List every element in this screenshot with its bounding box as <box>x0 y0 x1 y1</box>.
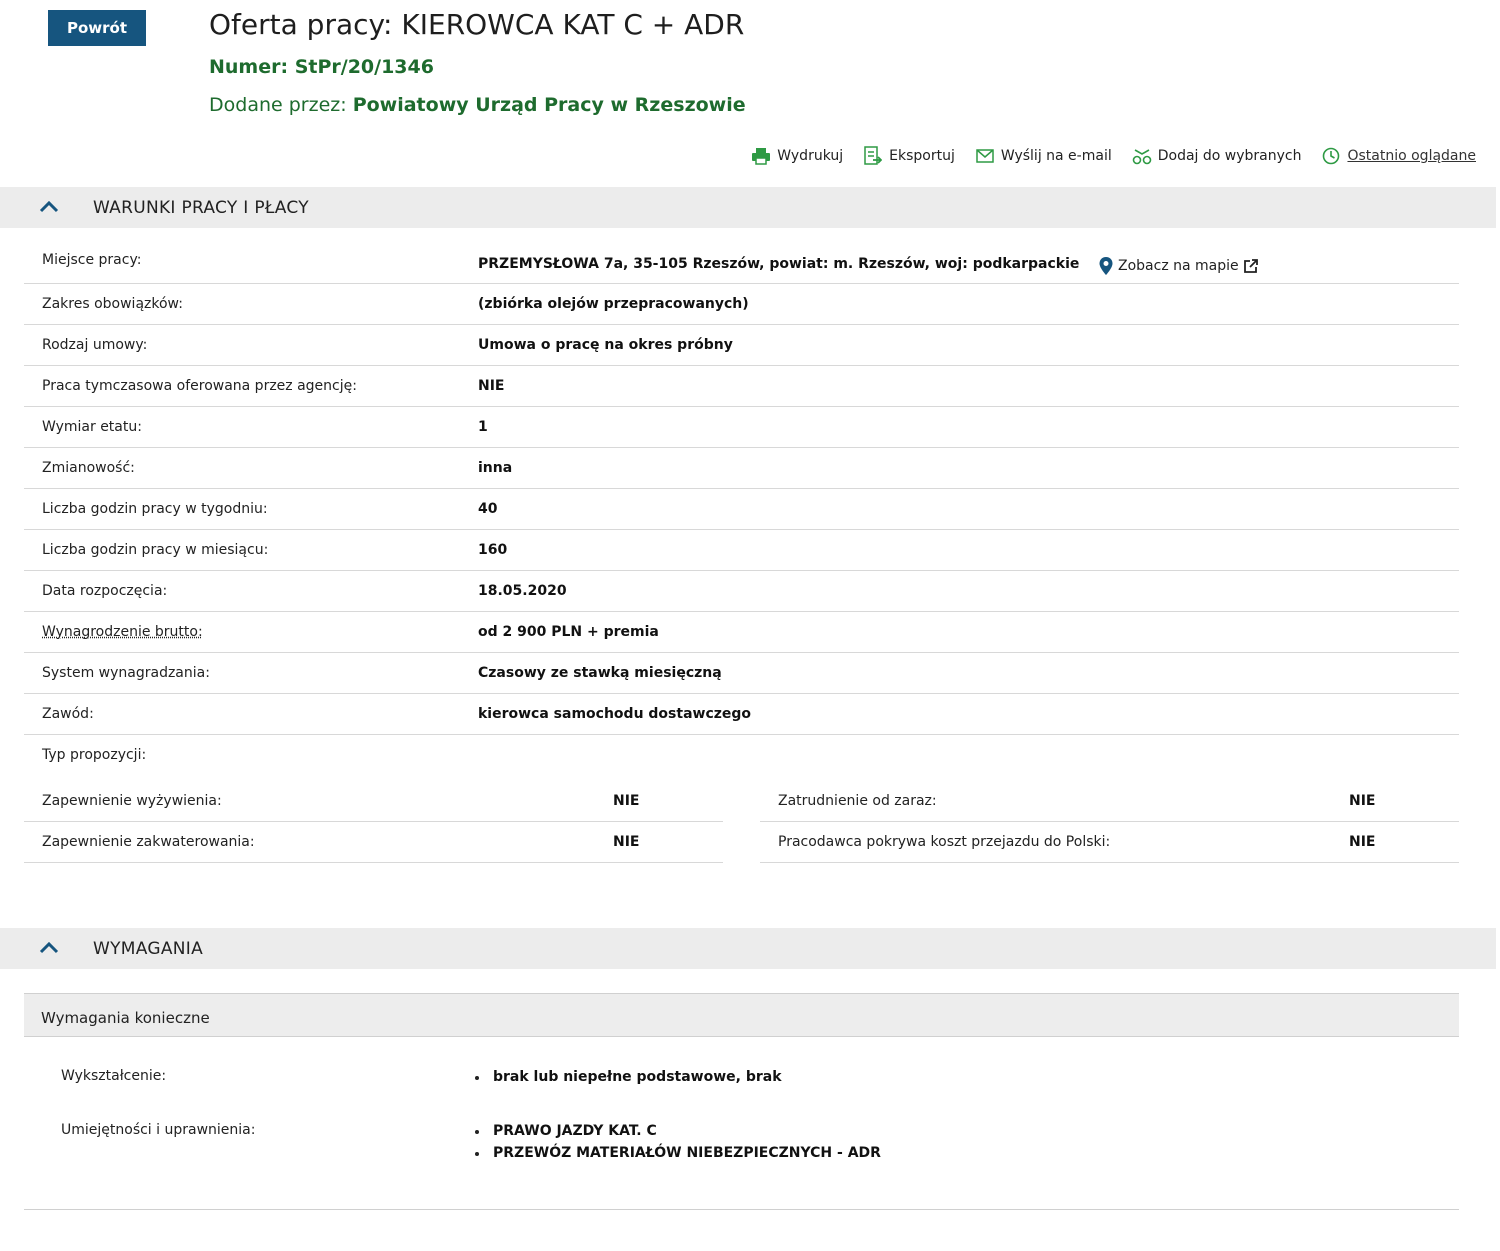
skills-list: PRAWO JAZDY KAT. C PRZEWÓZ MATERIAŁÓW NI… <box>473 1120 881 1164</box>
email-button[interactable]: Wyślij na e-mail <box>975 146 1112 166</box>
favorites-icon <box>1132 146 1152 166</box>
proposal-row: Zapewnienie zakwaterowania: NIE <box>24 822 723 863</box>
export-icon <box>863 146 883 166</box>
row-label: Miejsce pracy: <box>42 252 142 268</box>
export-button[interactable]: Eksportuj <box>863 146 955 166</box>
salary-label-tooltip[interactable]: Wynagrodzenie brutto: <box>42 624 203 640</box>
table-row: Liczba godzin pracy w miesiącu: 160 <box>24 530 1459 571</box>
toolbar: Wydrukuj Eksportuj Wyślij na e-mail Doda… <box>751 146 1476 166</box>
chevron-up-icon <box>38 198 60 216</box>
recent-label: Ostatnio oglądane <box>1347 148 1476 164</box>
row-label: Pracodawca pokrywa koszt przejazdu do Po… <box>778 834 1111 850</box>
table-row: Typ propozycji: <box>24 735 1459 776</box>
proposal-row: Pracodawca pokrywa koszt przejazdu do Po… <box>760 822 1459 863</box>
row-value: Czasowy ze stawką miesięczną <box>478 665 722 681</box>
map-pin-icon <box>1099 257 1113 275</box>
conditions-table: Miejsce pracy: PRZEMYSŁOWA 7a, 35-105 Rz… <box>24 238 1459 776</box>
add-favorite-button[interactable]: Dodaj do wybranych <box>1132 146 1302 166</box>
row-value: 160 <box>478 542 508 558</box>
row-value: (zbiórka olejów przepracowanych) <box>478 296 749 312</box>
row-label: Zapewnienie wyżywienia: <box>42 793 222 809</box>
section-conditions-title: WARUNKI PRACY I PŁACY <box>93 197 309 218</box>
favorite-label: Dodaj do wybranych <box>1157 148 1302 164</box>
row-label: Zapewnienie zakwaterowania: <box>42 834 255 850</box>
row-value: NIE <box>1349 793 1376 809</box>
map-link[interactable]: Zobacz na mapie <box>1098 256 1259 276</box>
row-label: Liczba godzin pracy w tygodniu: <box>42 501 268 517</box>
list-item: PRZEWÓZ MATERIAŁÓW NIEBEZPIECZNYCH - ADR <box>473 1142 881 1164</box>
row-value: NIE <box>613 834 640 850</box>
row-label: Rodzaj umowy: <box>42 337 148 353</box>
printer-icon <box>751 146 771 166</box>
added-by: Dodane przez: Powiatowy Urząd Pracy w Rz… <box>209 94 746 116</box>
table-row: Miejsce pracy: PRZEMYSŁOWA 7a, 35-105 Rz… <box>24 238 1459 284</box>
table-row: Zmianowość: inna <box>24 448 1459 489</box>
row-label: Zakres obowiązków: <box>42 296 183 312</box>
row-value: NIE <box>1349 834 1376 850</box>
added-by-label: Dodane przez: <box>209 94 347 116</box>
external-link-icon <box>1243 259 1258 273</box>
row-label: System wynagradzania: <box>42 665 210 681</box>
envelope-icon <box>975 146 995 166</box>
added-by-value: Powiatowy Urząd Pracy w Rzeszowie <box>352 94 746 116</box>
row-label: Zatrudnienie od zaraz: <box>778 793 937 809</box>
education-list: brak lub niepełne podstawowe, brak <box>473 1066 782 1088</box>
section-requirements-header[interactable]: WYMAGANIA <box>0 928 1496 969</box>
row-label: Zmianowość: <box>42 460 135 476</box>
row-label: Praca tymczasowa oferowana przez agencję… <box>42 378 357 394</box>
print-label: Wydrukuj <box>777 148 844 164</box>
row-value: PRZEMYSŁOWA 7a, 35-105 Rzeszów, powiat: … <box>478 256 1080 272</box>
table-row: System wynagradzania: Czasowy ze stawką … <box>24 653 1459 694</box>
proposal-row: Zatrudnienie od zaraz: NIE <box>760 781 1459 822</box>
recently-viewed-link[interactable]: Ostatnio oglądane <box>1321 146 1476 166</box>
offer-number: Numer: StPr/20/1346 <box>209 56 434 78</box>
clock-icon <box>1321 146 1341 166</box>
email-label: Wyślij na e-mail <box>1000 148 1112 164</box>
row-value: Umowa o pracę na okres próbny <box>478 337 733 353</box>
row-value: NIE <box>613 793 640 809</box>
chevron-up-icon <box>38 939 60 957</box>
table-row: Zakres obowiązków: (zbiórka olejów przep… <box>24 284 1459 325</box>
row-label: Data rozpoczęcia: <box>42 583 168 599</box>
row-value: 18.05.2020 <box>478 583 567 599</box>
page-title: Oferta pracy: KIEROWCA KAT C + ADR <box>209 8 745 41</box>
section-conditions-header[interactable]: WARUNKI PRACY I PŁACY <box>0 187 1496 228</box>
table-row: Zawód: kierowca samochodu dostawczego <box>24 694 1459 735</box>
map-link-label: Zobacz na mapie <box>1118 258 1239 274</box>
export-label: Eksportuj <box>889 148 955 164</box>
education-label: Wykształcenie: <box>61 1068 167 1084</box>
list-item: PRAWO JAZDY KAT. C <box>473 1120 881 1142</box>
row-value: NIE <box>478 378 505 394</box>
required-subheader-label: Wymagania konieczne <box>41 1009 210 1027</box>
list-item: brak lub niepełne podstawowe, brak <box>473 1066 782 1088</box>
row-value: 40 <box>478 501 498 517</box>
skills-label: Umiejętności i uprawnienia: <box>61 1122 256 1138</box>
row-value: 1 <box>478 419 488 435</box>
row-label: Zawód: <box>42 706 94 722</box>
table-row: Wymiar etatu: 1 <box>24 407 1459 448</box>
row-label: Typ propozycji: <box>42 747 147 763</box>
table-row: Wynagrodzenie brutto: od 2 900 PLN + pre… <box>24 612 1459 653</box>
row-label: Liczba godzin pracy w miesiącu: <box>42 542 269 558</box>
row-value: kierowca samochodu dostawczego <box>478 706 752 722</box>
section-divider <box>24 1209 1459 1210</box>
back-button[interactable]: Powrót <box>48 10 146 46</box>
table-row: Rodzaj umowy: Umowa o pracę na okres pró… <box>24 325 1459 366</box>
table-row: Liczba godzin pracy w tygodniu: 40 <box>24 489 1459 530</box>
proposal-row: Zapewnienie wyżywienia: NIE <box>24 781 723 822</box>
print-button[interactable]: Wydrukuj <box>751 146 843 166</box>
row-label: Wymiar etatu: <box>42 419 142 435</box>
table-row: Data rozpoczęcia: 18.05.2020 <box>24 571 1459 612</box>
section-requirements-title: WYMAGANIA <box>93 938 204 959</box>
row-value: inna <box>478 460 513 476</box>
row-value: od 2 900 PLN + premia <box>478 624 659 640</box>
required-subheader: Wymagania konieczne <box>24 993 1459 1037</box>
table-row: Praca tymczasowa oferowana przez agencję… <box>24 366 1459 407</box>
